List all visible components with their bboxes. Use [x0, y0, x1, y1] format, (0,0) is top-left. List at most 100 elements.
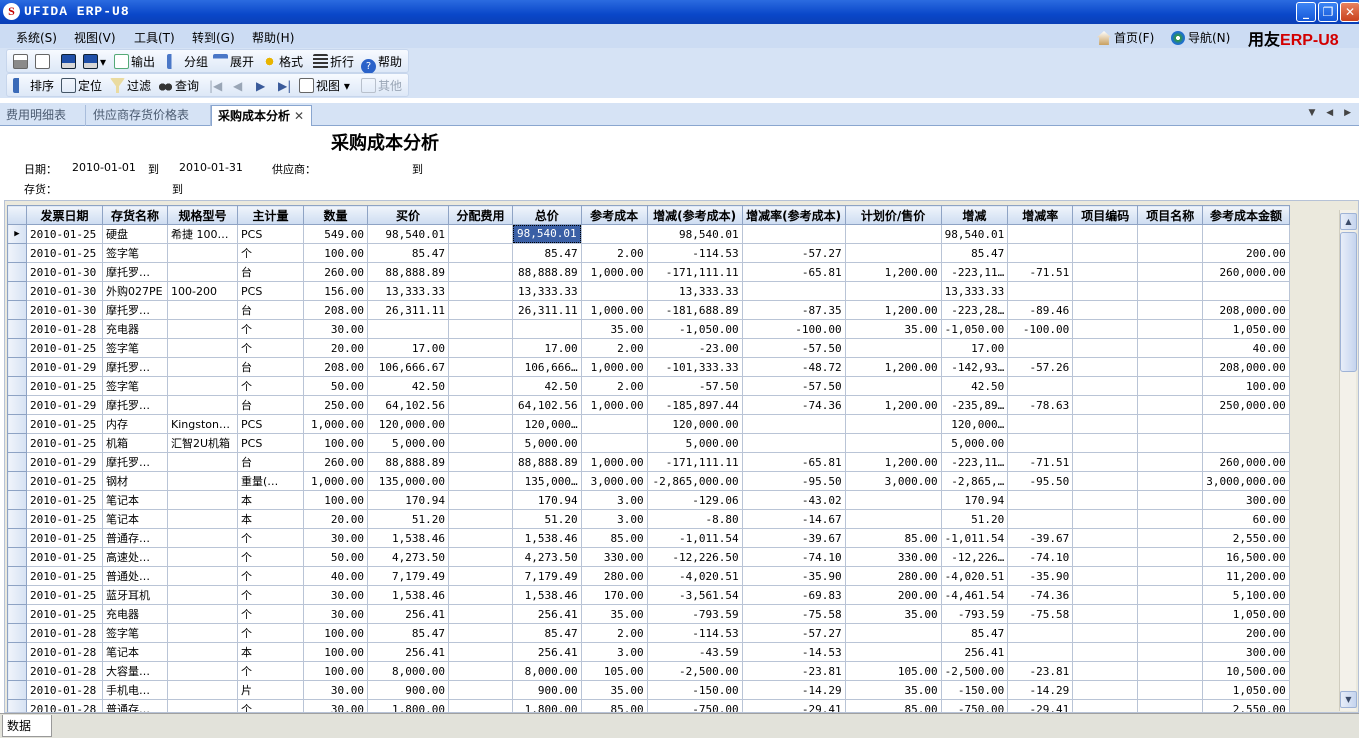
table-cell[interactable]: 2010-01-29	[26, 452, 103, 472]
table-cell[interactable]	[448, 281, 513, 301]
table-cell[interactable]: 2010-01-28	[26, 661, 103, 681]
table-cell[interactable]: 40.00	[1202, 338, 1290, 358]
column-header[interactable]: 发票日期	[26, 205, 103, 225]
table-cell[interactable]	[741, 224, 846, 244]
table-cell[interactable]	[1072, 642, 1139, 662]
row-selector[interactable]	[7, 642, 27, 662]
table-cell[interactable]: 2010-01-28	[26, 642, 103, 662]
table-cell[interactable]: -100.00	[1007, 319, 1074, 339]
table-cell[interactable]	[580, 224, 648, 244]
table-cell[interactable]: -171,111.11	[646, 452, 743, 472]
row-selector[interactable]	[7, 357, 27, 377]
table-cell[interactable]: 1,000.00	[580, 395, 648, 415]
table-cell[interactable]: -69.83	[741, 585, 846, 605]
table-cell[interactable]: 156.00	[303, 281, 368, 301]
table-cell[interactable]	[1137, 471, 1204, 491]
table-row[interactable]: 2010-01-25 笔记本本 20.00 51.20 51.20 3.00 -8.80 -1…	[7, 509, 1290, 529]
table-cell[interactable]: 30.00	[303, 528, 368, 548]
table-cell[interactable]	[1072, 699, 1139, 712]
table-cell[interactable]: 250,000.00	[1202, 395, 1290, 415]
column-header[interactable]: 计划价/售价	[844, 205, 942, 225]
table-cell[interactable]: 98,540.01	[512, 224, 582, 244]
table-cell[interactable]: 20.00	[303, 509, 368, 529]
table-cell[interactable]: 17.00	[940, 338, 1009, 358]
table-cell[interactable]: 个	[237, 566, 304, 586]
table-cell[interactable]: 1,538.46	[512, 585, 582, 605]
table-cell[interactable]	[448, 509, 513, 529]
column-header[interactable]: 项目编码	[1072, 205, 1139, 225]
table-cell[interactable]: -100.00	[741, 319, 846, 339]
table-cell[interactable]: -23.00	[646, 338, 743, 358]
table-cell[interactable]: 个	[237, 547, 304, 567]
table-cell[interactable]	[448, 433, 513, 453]
table-cell[interactable]: 135,000…	[512, 471, 582, 491]
table-cell[interactable]: 2010-01-25	[26, 585, 103, 605]
table-cell[interactable]: -4,461.54	[940, 585, 1009, 605]
table-cell[interactable]: 170.94	[367, 490, 449, 510]
table-row[interactable]: 2010-01-28 普通存… 个 30.00 1,800.00 1,800.00 85.0…	[7, 699, 1290, 712]
table-cell[interactable]: 外购027PE	[102, 281, 168, 301]
table-cell[interactable]: -223,11…	[940, 262, 1009, 282]
table-cell[interactable]: 64,102.56	[367, 395, 449, 415]
table-cell[interactable]: 300.00	[1202, 490, 1290, 510]
table-cell[interactable]	[1137, 338, 1204, 358]
table-cell[interactable]: 250.00	[303, 395, 368, 415]
table-cell[interactable]	[580, 433, 648, 453]
table-row[interactable]: 2010-01-28 手机电… 片 30.00 900.00 900.00 35.00 -15…	[7, 680, 1290, 700]
table-cell[interactable]	[1137, 661, 1204, 681]
table-cell[interactable]: 2010-01-25	[26, 414, 103, 434]
table-cell[interactable]: -29.41	[741, 699, 846, 712]
table-cell[interactable]: 台	[237, 452, 304, 472]
table-cell[interactable]	[1072, 509, 1139, 529]
table-cell[interactable]: 170.94	[940, 490, 1009, 510]
table-cell[interactable]: 35.00	[844, 680, 942, 700]
table-cell[interactable]	[844, 376, 942, 396]
table-cell[interactable]: 106,666…	[512, 357, 582, 377]
table-cell[interactable]: 2010-01-30	[26, 281, 103, 301]
column-header[interactable]: 项目名称	[1137, 205, 1204, 225]
table-cell[interactable]: -35.90	[1007, 566, 1074, 586]
table-cell[interactable]: -1,050.00	[646, 319, 743, 339]
table-cell[interactable]: PCS	[237, 281, 304, 301]
table-cell[interactable]	[844, 509, 942, 529]
table-cell[interactable]: 4,273.50	[512, 547, 582, 567]
table-cell[interactable]	[1137, 452, 1204, 472]
table-cell[interactable]	[448, 490, 513, 510]
table-cell[interactable]	[1137, 281, 1204, 301]
table-cell[interactable]: 5,000.00	[512, 433, 582, 453]
table-cell[interactable]	[1137, 623, 1204, 643]
table-cell[interactable]: 5,100.00	[1202, 585, 1290, 605]
table-cell[interactable]: -4,020.51	[940, 566, 1009, 586]
table-cell[interactable]: 个	[237, 376, 304, 396]
table-cell[interactable]	[1137, 680, 1204, 700]
table-cell[interactable]: -57.50	[646, 376, 743, 396]
table-cell[interactable]	[1007, 376, 1074, 396]
table-cell[interactable]: 200.00	[844, 585, 942, 605]
table-cell[interactable]	[844, 281, 942, 301]
table-cell[interactable]: 3,000.00	[844, 471, 942, 491]
table-cell[interactable]	[167, 528, 238, 548]
table-cell[interactable]	[1137, 319, 1204, 339]
row-selector[interactable]	[7, 319, 27, 339]
table-cell[interactable]: 2010-01-28	[26, 319, 103, 339]
table-cell[interactable]	[512, 319, 582, 339]
table-cell[interactable]	[167, 680, 238, 700]
table-cell[interactable]: 蓝牙耳机	[102, 585, 168, 605]
table-cell[interactable]: 1,538.46	[367, 528, 449, 548]
table-cell[interactable]	[167, 661, 238, 681]
table-cell[interactable]: 208.00	[303, 300, 368, 320]
table-cell[interactable]	[1072, 338, 1139, 358]
table-cell[interactable]	[448, 338, 513, 358]
table-row[interactable]: 2010-01-28 签字笔个 100.00 85.47 85.47 2.00 -114.5…	[7, 623, 1290, 643]
format-button[interactable]: 格式	[262, 53, 303, 71]
table-cell[interactable]: 签字笔	[102, 376, 168, 396]
table-cell[interactable]	[1072, 452, 1139, 472]
table-cell[interactable]	[1137, 376, 1204, 396]
table-row[interactable]: 2010-01-29 摩托罗… 台 208.00 106,666.67 106,666… 1…	[7, 357, 1290, 377]
column-header[interactable]: 总价	[512, 205, 582, 225]
table-cell[interactable]: 170.00	[580, 585, 648, 605]
table-cell[interactable]: -750.00	[940, 699, 1009, 712]
table-cell[interactable]	[1137, 224, 1204, 244]
table-cell[interactable]	[844, 224, 942, 244]
table-row[interactable]: 2010-01-25 蓝牙耳机个 30.00 1,538.46 1,538.46 170.…	[7, 585, 1290, 605]
